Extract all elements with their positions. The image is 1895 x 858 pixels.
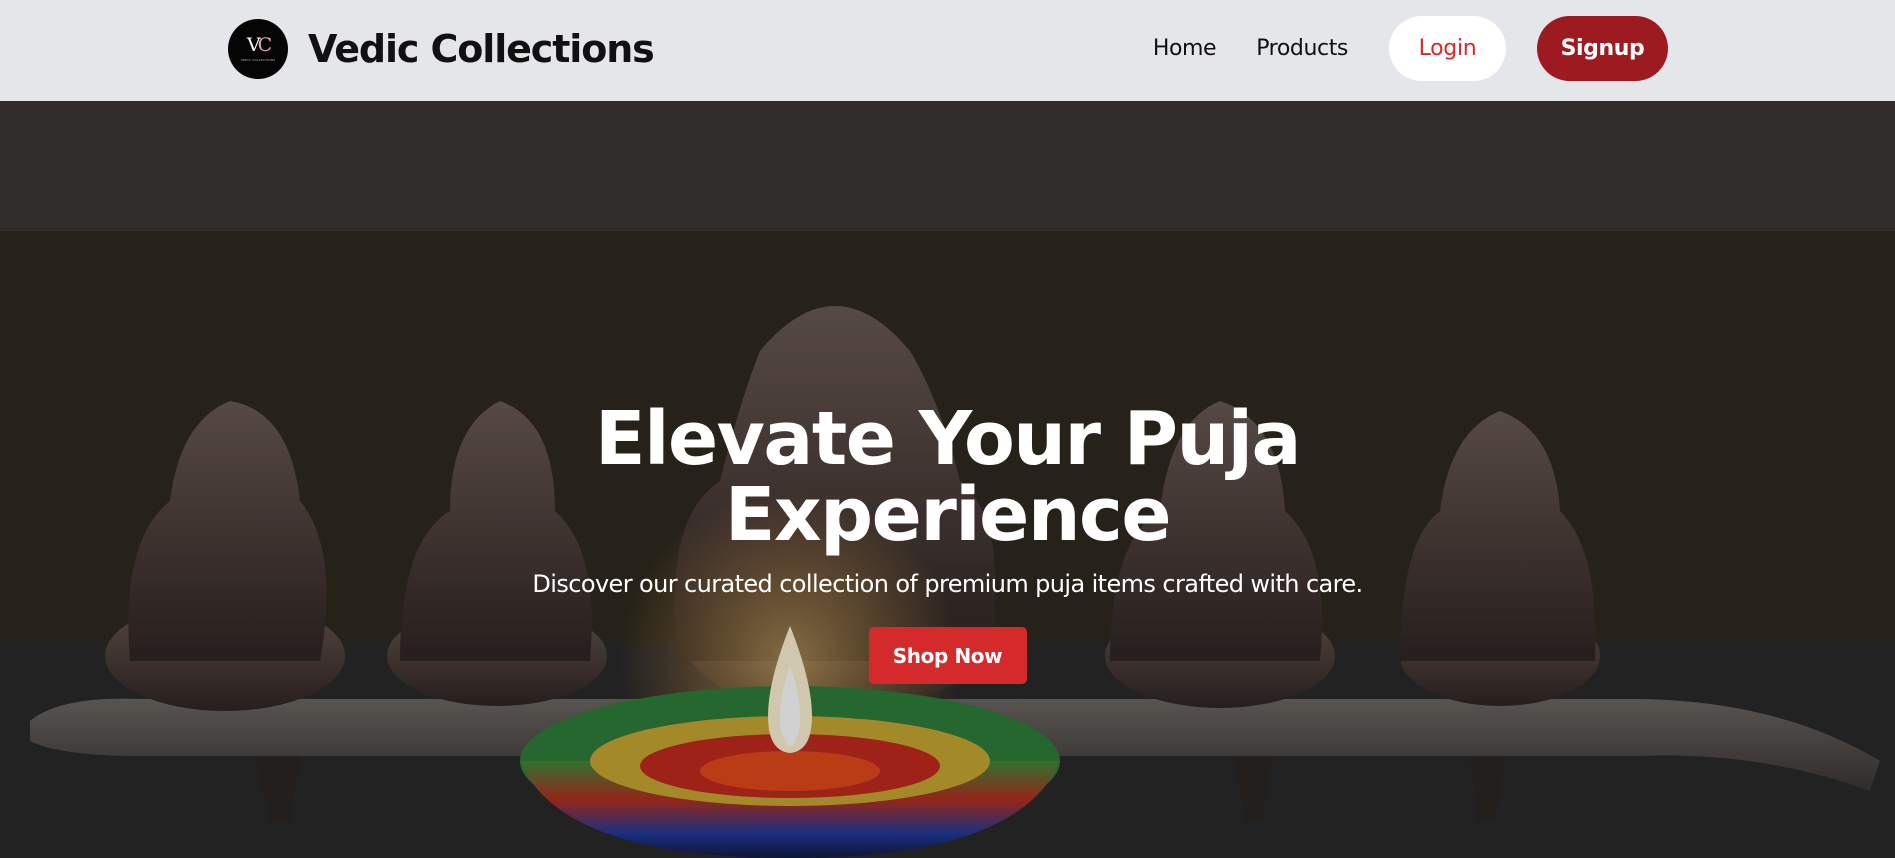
site-header: VC VEDIC COLLECTIONS Vedic Collections H… — [0, 0, 1895, 101]
hero-content: Elevate Your Puja Experience Discover ou… — [0, 401, 1895, 684]
login-button[interactable]: Login — [1389, 16, 1506, 81]
hero-subtitle: Discover our curated collection of premi… — [532, 570, 1363, 598]
brand-logo[interactable]: VC VEDIC COLLECTIONS — [228, 19, 288, 79]
brand[interactable]: VC VEDIC COLLECTIONS Vedic Collections — [228, 19, 655, 79]
nav-link-home[interactable]: Home — [1153, 36, 1217, 61]
shop-now-button[interactable]: Shop Now — [868, 627, 1027, 684]
logo-monogram: VC — [246, 34, 272, 56]
brand-name[interactable]: Vedic Collections — [308, 27, 655, 71]
logo-subtext: VEDIC COLLECTIONS — [240, 58, 276, 62]
main-nav: Home Products Login Signup — [1153, 16, 1668, 81]
signup-button[interactable]: Signup — [1537, 16, 1668, 81]
nav-link-products[interactable]: Products — [1256, 36, 1348, 61]
hero-section: Elevate Your Puja Experience Discover ou… — [0, 101, 1895, 858]
hero-title: Elevate Your Puja Experience — [595, 396, 1301, 558]
